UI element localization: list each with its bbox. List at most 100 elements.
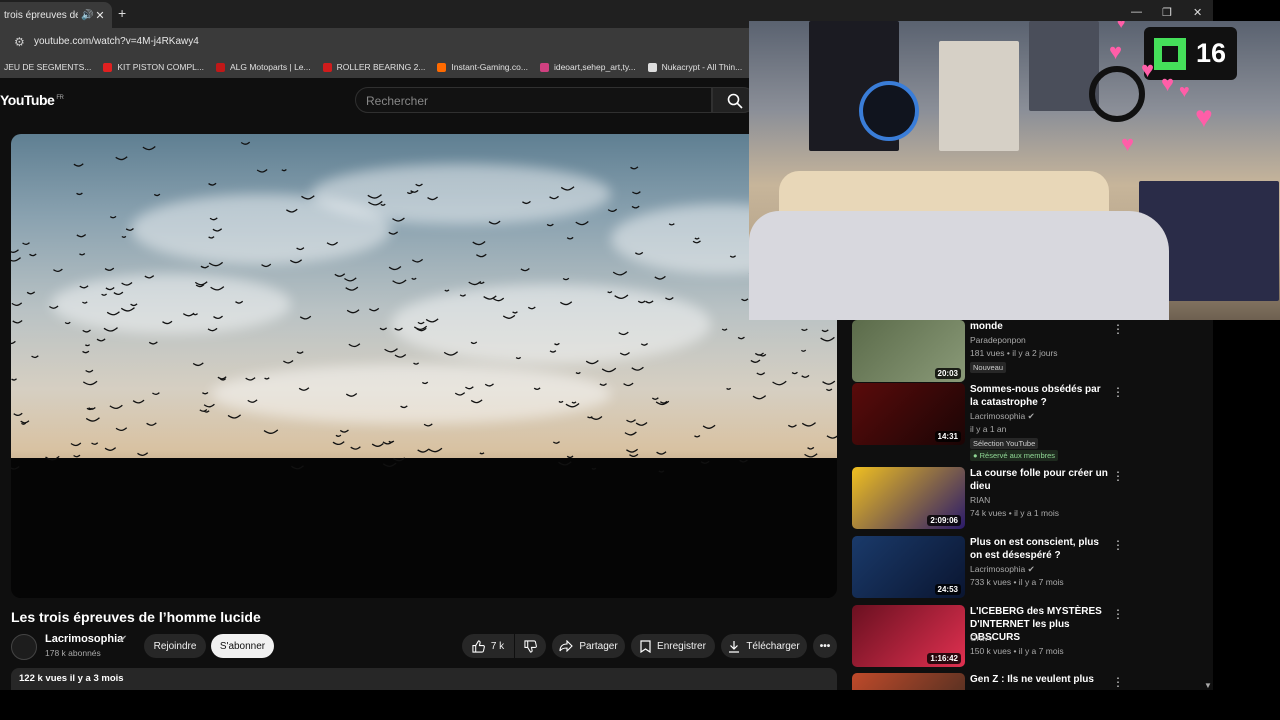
- bird-silhouette: [787, 424, 797, 428]
- recommendation-thumbnail[interactable]: 2:09:06: [852, 467, 965, 529]
- bird-silhouette: [726, 387, 732, 390]
- recommendation-channel[interactable]: Gravv: [970, 633, 993, 643]
- share-button[interactable]: Partager: [552, 634, 625, 658]
- recommendation-title[interactable]: monde: [970, 320, 1110, 333]
- bird-silhouette: [443, 351, 459, 356]
- bird-silhouette: [283, 360, 294, 364]
- close-tab-icon[interactable]: ✕: [93, 9, 107, 22]
- bookmark-favicon-icon: [647, 62, 657, 72]
- more-actions-button[interactable]: •••: [813, 634, 837, 658]
- bird-silhouette: [575, 221, 589, 226]
- browser-tab[interactable]: trois épreuves de l'h 🔊 ✕: [0, 2, 112, 28]
- bird-silhouette: [599, 383, 607, 386]
- bird-silhouette: [410, 189, 419, 193]
- description-box[interactable]: 122 k vues il y a 3 mois: [11, 668, 837, 690]
- dislike-button[interactable]: [515, 634, 546, 658]
- recommendation-channel[interactable]: Paradeponpon: [970, 335, 1026, 345]
- minimize-icon[interactable]: —: [1131, 6, 1142, 18]
- site-settings-icon[interactable]: ⚙: [14, 35, 25, 49]
- new-tab-icon[interactable]: +: [118, 5, 126, 21]
- recommendation-title[interactable]: Sommes-nous obsédés par la catastrophe ?: [970, 383, 1110, 409]
- scroll-down-arrow-icon[interactable]: ▼: [1204, 681, 1212, 690]
- bird-silhouette: [291, 465, 304, 470]
- bookmark-item[interactable]: Instant-Gaming.co...: [437, 62, 528, 72]
- recommendation-item[interactable]: 2:09:06 La course folle pour créer un die…: [852, 467, 1132, 531]
- recommendation-item[interactable]: 14:31 Sommes-nous obsédés par la catastro…: [852, 383, 1132, 461]
- bird-silhouette: [301, 195, 315, 200]
- recommendation-thumbnail[interactable]: 14:31: [852, 383, 965, 445]
- bird-silhouette: [76, 234, 87, 238]
- bird-silhouette: [256, 169, 268, 173]
- bookmark-item[interactable]: JEU DE SEGMENTS...: [4, 62, 91, 72]
- bird-silhouette: [772, 380, 787, 386]
- bird-silhouette: [400, 405, 408, 409]
- recommendation-item[interactable]: 20:03 monde Paradeponpon 181 vues • il y a …: [852, 320, 1132, 384]
- save-label: Enregistrer: [657, 640, 706, 652]
- recommendation-item[interactable]: 24:53 Plus on est conscient, plus on est …: [852, 536, 1132, 600]
- more-options-icon[interactable]: ⋮: [1112, 322, 1124, 336]
- bird-silhouette: [640, 343, 649, 346]
- recommendation-channel[interactable]: RIAN: [970, 495, 990, 505]
- more-options-icon[interactable]: ⋮: [1112, 538, 1124, 552]
- bookmark-item[interactable]: ALG Motoparts | Le...: [215, 62, 311, 72]
- recommendation-thumbnail[interactable]: 20:03: [852, 320, 965, 382]
- recommendation-title[interactable]: Gen Z : Ils ne veulent plus: [970, 673, 1110, 686]
- bird-silhouette: [635, 422, 648, 426]
- youtube-logo[interactable]: YouTube FR: [0, 92, 64, 108]
- maximize-icon[interactable]: ❐: [1162, 6, 1172, 19]
- more-options-icon[interactable]: ⋮: [1112, 385, 1124, 399]
- bookmark-item[interactable]: KIT PISTON COMPL...: [103, 62, 204, 72]
- more-options-icon[interactable]: ⋮: [1112, 675, 1124, 689]
- bird-silhouette: [22, 242, 30, 246]
- bird-silhouette: [368, 200, 383, 206]
- recommendation-meta: 733 k vues • il y a 7 mois: [970, 577, 1064, 587]
- recommendation-channel[interactable]: Lacrimosophia ✔: [970, 411, 1035, 422]
- recommendation-title[interactable]: La course folle pour créer un dieu: [970, 467, 1110, 493]
- bird-silhouette: [654, 275, 666, 280]
- recommendation-channel[interactable]: Lacrimosophia ✔: [970, 564, 1035, 575]
- channel-name[interactable]: Lacrimosophia: [45, 633, 123, 645]
- bookmark-item[interactable]: Nukacrypt - All Thin...: [647, 62, 742, 72]
- recommendation-thumbnail[interactable]: 1:16:42: [852, 605, 965, 667]
- bookmark-item[interactable]: ROLLER BEARING 2...: [322, 62, 425, 72]
- thumbs-down-icon: [524, 639, 537, 653]
- recommendation-item[interactable]: 1:16:42 L'ICEBERG des MYSTÈRES D'INTERNET…: [852, 605, 1132, 669]
- bookmark-item[interactable]: ideoart,sehep_art,ty...: [539, 62, 636, 72]
- url-field[interactable]: youtube.com/watch?v=4M-j4RKawy4: [34, 36, 199, 47]
- like-button[interactable]: 7 k: [462, 634, 514, 658]
- save-button[interactable]: Enregistrer: [631, 634, 715, 658]
- recommendation-thumbnail[interactable]: 24:53: [852, 536, 965, 598]
- search-input[interactable]: Rechercher: [355, 87, 712, 113]
- bird-silhouette: [427, 447, 443, 453]
- bird-silhouette: [207, 327, 218, 332]
- bird-silhouette: [520, 268, 530, 272]
- bird-silhouette: [388, 231, 399, 235]
- bird-silhouette: [31, 355, 39, 359]
- bird-silhouette: [807, 446, 815, 450]
- download-button[interactable]: Télécharger: [721, 634, 807, 658]
- more-options-icon[interactable]: ⋮: [1112, 469, 1124, 483]
- bird-silhouette: [515, 356, 522, 360]
- close-window-icon[interactable]: ✕: [1193, 6, 1202, 19]
- bird-silhouette: [227, 414, 242, 419]
- like-count: 7 k: [490, 640, 505, 652]
- bird-silhouette: [801, 422, 816, 427]
- webcam-overlay: 16 ♥ ♥ ♥ ♥ ♥ ♥ ♥: [749, 21, 1280, 320]
- bird-silhouette: [560, 186, 575, 191]
- bird-silhouette: [822, 380, 836, 385]
- speaker-icon[interactable]: 🔊: [81, 10, 93, 21]
- bird-silhouette: [392, 279, 407, 285]
- join-button[interactable]: Rejoindre: [144, 634, 206, 658]
- bird-silhouette: [479, 452, 485, 455]
- bird-silhouette: [64, 321, 71, 325]
- bird-silhouette: [739, 459, 748, 463]
- bird-silhouette: [384, 348, 398, 353]
- recommendation-title[interactable]: Plus on est conscient, plus on est déses…: [970, 536, 1110, 562]
- channel-avatar[interactable]: [11, 634, 37, 660]
- bird-silhouette: [82, 329, 91, 333]
- more-options-icon[interactable]: ⋮: [1112, 607, 1124, 621]
- video-player[interactable]: [11, 134, 837, 598]
- bird-silhouette: [148, 341, 158, 345]
- bird-silhouette: [562, 277, 570, 281]
- subscribe-button[interactable]: S'abonner: [211, 634, 274, 658]
